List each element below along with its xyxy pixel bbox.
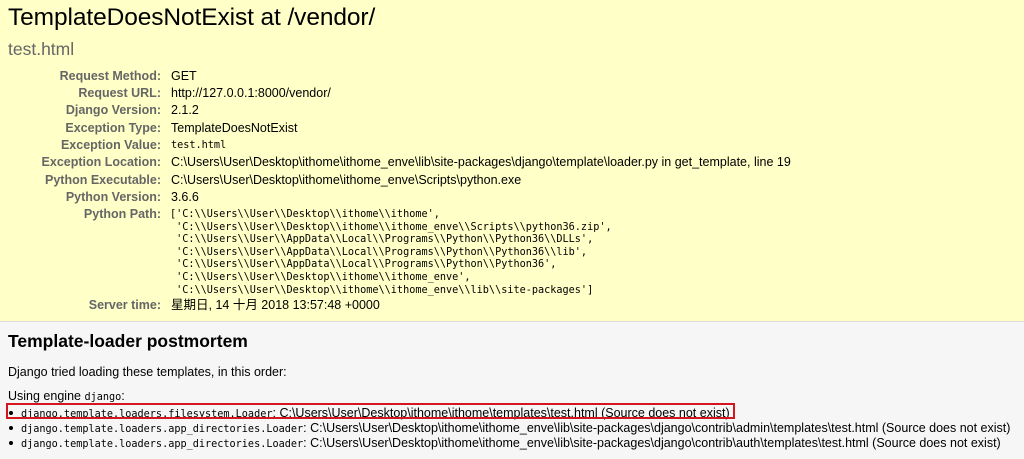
server-time-row: Server time: 星期日, 14 十月 2018 13:57:48 +0… [0, 297, 1024, 314]
request-url-row: Request URL: http://127.0.0.1:8000/vendo… [0, 85, 1024, 102]
engine-line: Using engine django: [8, 389, 125, 403]
python-version-row: Python Version: 3.6.6 [0, 189, 1024, 206]
exception-subtitle: test.html [8, 39, 75, 59]
exception-type-value: TemplateDoesNotExist [171, 121, 298, 135]
server-time-label: Server time: [88, 298, 161, 312]
bullet-icon [9, 426, 13, 430]
exception-value-row: Exception Value: test.html [0, 137, 1024, 154]
bullet-icon [9, 441, 13, 445]
python-executable-value: C:\Users\User\Desktop\ithome\ithome_enve… [171, 173, 522, 187]
django-version-label: Django Version: [65, 103, 161, 117]
exception-location-label: Exception Location: [41, 155, 161, 169]
python-path-label: Python Path: [83, 207, 161, 221]
engine-prefix: Using engine [8, 389, 85, 403]
loader-detail: C:\Users\User\Desktop\ithome\ithome_enve… [310, 436, 1001, 450]
loader-name: django.template.loaders.app_directories.… [21, 424, 304, 435]
loader-name: django.template.loaders.filesystem.Loade… [21, 409, 273, 420]
exception-location-value: C:\Users\User\Desktop\ithome\ithome_enve… [171, 155, 791, 169]
python-path-value: ['C:\\Users\\User\\Desktop\\ithome\\itho… [170, 209, 612, 296]
python-executable-label: Python Executable: [45, 173, 161, 187]
exception-summary: TemplateDoesNotExist at /vendor/ test.ht… [0, 0, 1024, 322]
request-method-label: Request Method: [59, 69, 161, 83]
django-version-row: Django Version: 2.1.2 [0, 102, 1024, 119]
loader-content: django.template.loaders.app_directories.… [21, 436, 1001, 452]
request-method-value: GET [171, 69, 197, 83]
python-version-value: 3.6.6 [171, 190, 199, 204]
exception-type-row: Exception Type: TemplateDoesNotExist [0, 120, 1024, 137]
request-url-label: Request URL: [78, 86, 161, 100]
loader-content: django.template.loaders.app_directories.… [21, 421, 1010, 437]
engine-suffix: : [121, 389, 125, 403]
request-method-row: Request Method: GET [0, 68, 1024, 85]
loader-detail: C:\Users\User\Desktop\ithome\ithome\temp… [279, 406, 730, 420]
exception-value-label: Exception Value: [60, 138, 161, 152]
exception-location-row: Exception Location: C:\Users\User\Deskto… [0, 154, 1024, 171]
postmortem-heading: Template-loader postmortem [8, 331, 248, 351]
postmortem-intro: Django tried loading these templates, in… [8, 365, 287, 379]
loader-name: django.template.loaders.app_directories.… [21, 439, 304, 450]
bullet-icon [9, 411, 13, 415]
request-url-value: http://127.0.0.1:8000/vendor/ [171, 86, 331, 100]
engine-name: django [84, 392, 122, 403]
python-executable-row: Python Executable: C:\Users\User\Desktop… [0, 172, 1024, 189]
page-title: TemplateDoesNotExist at /vendor/ [8, 4, 376, 31]
exception-value-value: test.html [171, 140, 227, 151]
python-version-label: Python Version: [65, 190, 161, 204]
server-time-value: 星期日, 14 十月 2018 13:57:48 +0000 [171, 298, 380, 312]
loader-detail: C:\Users\User\Desktop\ithome\ithome_enve… [310, 421, 1011, 435]
exception-type-label: Exception Type: [65, 121, 161, 135]
django-version-value: 2.1.2 [171, 103, 199, 117]
loader-content: django.template.loaders.filesystem.Loade… [21, 406, 730, 422]
